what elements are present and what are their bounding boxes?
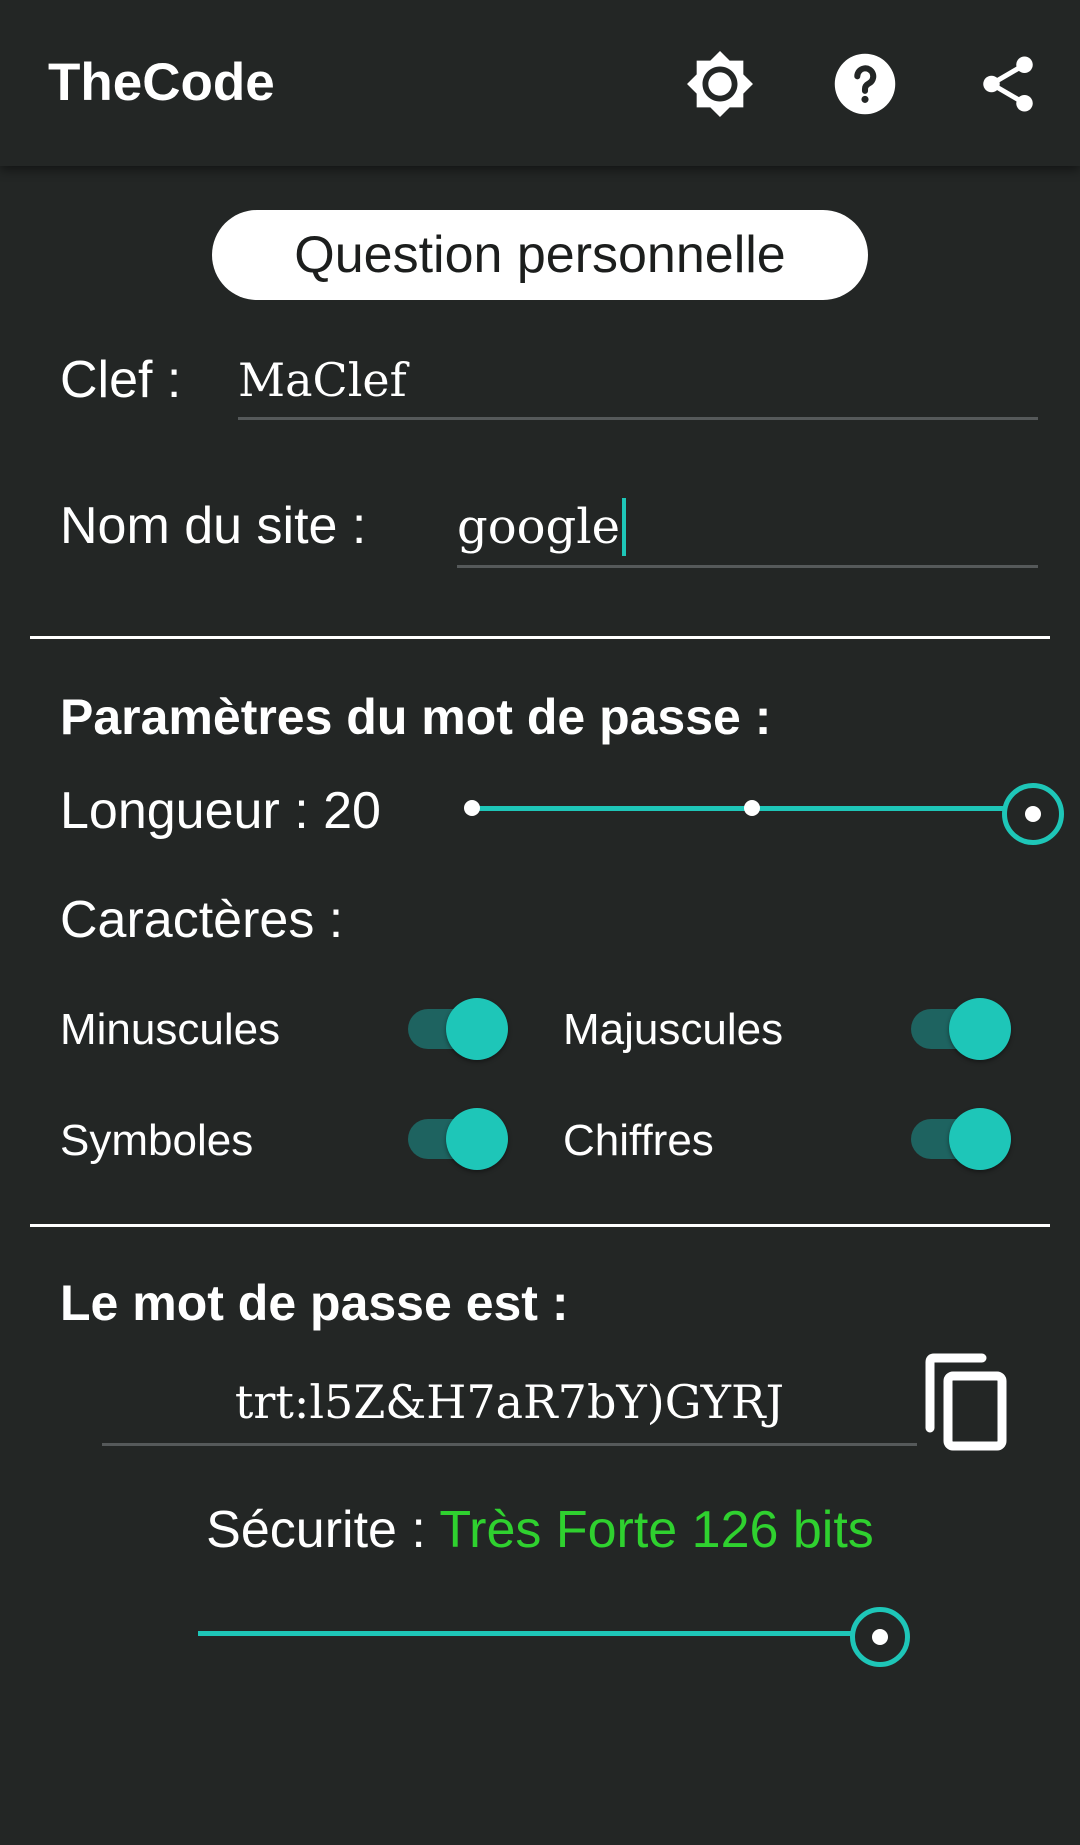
key-input[interactable]: [238, 350, 1038, 410]
toggle-minuscules[interactable]: [408, 998, 508, 1060]
text-cursor: [622, 498, 627, 556]
characters-label: Caractères :: [60, 891, 344, 949]
brightness-icon[interactable]: [682, 46, 758, 122]
security-slider[interactable]: [190, 1604, 920, 1667]
password-output[interactable]: trt:l5Z&H7aR7bY)GYRJ: [102, 1375, 917, 1429]
length-slider-tick: [744, 800, 760, 816]
length-slider-tick: [464, 800, 480, 816]
params-heading: Paramètres du mot de passe :: [60, 689, 772, 745]
length-slider-thumb-center: [1025, 806, 1041, 822]
toggle-symboles[interactable]: [408, 1108, 508, 1170]
key-input-underline: [238, 417, 1038, 420]
site-input[interactable]: google: [457, 496, 627, 558]
divider-bottom: [30, 1224, 1050, 1227]
result-heading: Le mot de passe est :: [60, 1275, 569, 1331]
security-value: Très Forte 126 bits: [439, 1501, 874, 1559]
switch-knob: [446, 1108, 508, 1170]
security-line: Sécurite : Très Forte 126 bits: [0, 1500, 1080, 1560]
security-label: Sécurite :: [206, 1501, 440, 1559]
length-slider[interactable]: [460, 780, 1068, 845]
toggle-label-minuscules: Minuscules: [60, 1005, 281, 1054]
length-label: Longueur : 20: [60, 782, 381, 840]
app-title: TheCode: [48, 53, 275, 112]
toggle-label-symboles: Symboles: [60, 1116, 254, 1165]
site-input-underline: [457, 565, 1038, 568]
password-underline: [102, 1443, 917, 1446]
site-label: Nom du site :: [60, 497, 367, 555]
switch-knob: [949, 1108, 1011, 1170]
site-input-value: google: [457, 499, 621, 555]
help-icon[interactable]: [827, 46, 903, 122]
key-label: Clef :: [60, 351, 182, 409]
toggle-majuscules[interactable]: [911, 998, 1011, 1060]
share-icon[interactable]: [970, 46, 1046, 122]
question-personnelle-button[interactable]: Question personnelle: [212, 210, 868, 300]
copy-icon[interactable]: [915, 1352, 1015, 1452]
toggle-label-chiffres: Chiffres: [563, 1116, 714, 1165]
security-slider-thumb[interactable]: [850, 1607, 910, 1667]
security-slider-track: [198, 1631, 862, 1636]
security-slider-thumb-center: [872, 1629, 888, 1645]
switch-knob: [446, 998, 508, 1060]
divider-top: [30, 636, 1050, 639]
length-slider-thumb[interactable]: [1002, 783, 1064, 845]
toggle-label-majuscules: Majuscules: [563, 1005, 784, 1054]
switch-knob: [949, 998, 1011, 1060]
toggle-chiffres[interactable]: [911, 1108, 1011, 1170]
